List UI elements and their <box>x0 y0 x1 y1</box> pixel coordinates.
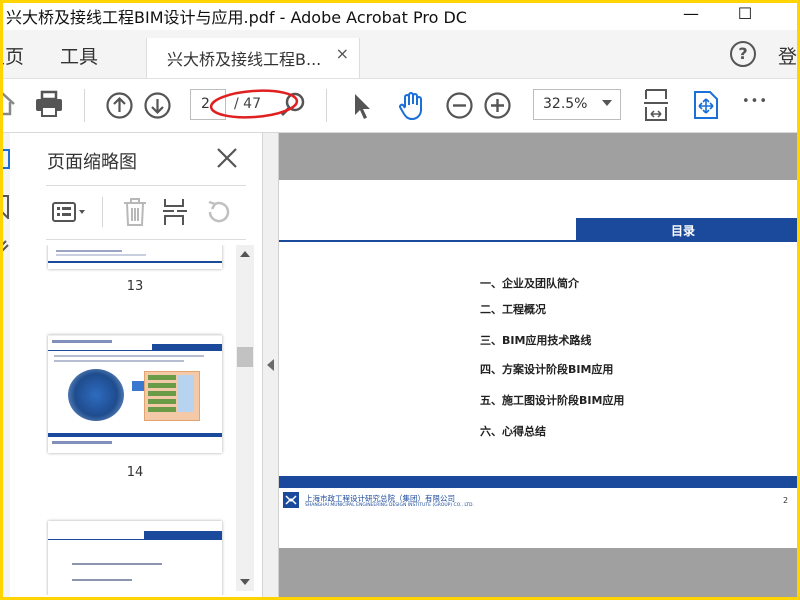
print-icon[interactable] <box>34 90 64 118</box>
thumbnail-options-icon[interactable] <box>52 201 88 223</box>
delete-page-icon[interactable] <box>122 197 148 227</box>
toc-item[interactable]: 三、BIM应用技术路线 <box>480 332 591 348</box>
window-title-bar: 兴大桥及接线工程BIM设计与应用.pdf - Adobe Acrobat Pro… <box>0 0 800 30</box>
scrollbar-thumb[interactable] <box>237 347 253 367</box>
previous-page-icon[interactable] <box>106 92 133 119</box>
panel-tools-separator <box>102 197 103 227</box>
tab-tools[interactable]: 工具 <box>60 42 98 69</box>
home-icon[interactable] <box>0 91 16 117</box>
fit-page-icon[interactable] <box>642 88 670 122</box>
thumbnail-page[interactable] <box>48 245 222 269</box>
toc-item[interactable]: 二、工程概况 <box>480 301 546 317</box>
chevron-down-icon <box>602 100 612 106</box>
panel-title: 页面缩略图 <box>47 152 137 173</box>
next-page-icon[interactable] <box>144 92 171 119</box>
footer-band <box>279 476 800 488</box>
minimize-button[interactable]: — <box>676 4 706 23</box>
document-tab[interactable]: 兴大桥及接线工程B... × <box>146 38 360 78</box>
zoom-out-icon[interactable] <box>446 92 473 119</box>
page-thumbnails-icon[interactable] <box>0 149 10 169</box>
collapse-arrow-icon <box>267 359 274 371</box>
page-total-label: / 47 <box>234 96 261 112</box>
thumbnail-page[interactable] <box>48 335 222 453</box>
thumbnail-page[interactable] <box>48 521 222 595</box>
bookmark-icon[interactable] <box>0 195 10 219</box>
page-number-input[interactable]: 2 <box>190 89 226 120</box>
zoom-in-icon[interactable] <box>484 92 511 119</box>
toolbar: 2 / 47 32.5% ••• <box>0 79 800 133</box>
tab-home[interactable]: 主页 <box>0 42 24 69</box>
close-panel-icon[interactable] <box>216 147 238 169</box>
toc-item[interactable]: 一、企业及团队简介 <box>480 275 579 291</box>
scroll-up-icon[interactable] <box>240 251 250 257</box>
panel-collapse-handle[interactable] <box>263 133 279 600</box>
rotate-page-icon[interactable] <box>204 199 232 225</box>
footer-company-name-english: SHANGHAI MUNICIPAL ENGINEERING DESIGN IN… <box>305 503 474 508</box>
zoom-level-select[interactable]: 32.5% <box>533 89 621 120</box>
toolbar-separator <box>84 89 85 122</box>
attachment-icon[interactable] <box>0 237 10 253</box>
panel-divider <box>46 185 246 186</box>
insert-page-icon[interactable] <box>162 197 188 227</box>
thumbnail-page-number: 14 <box>126 465 144 480</box>
window-title: 兴大桥及接线工程BIM设计与应用.pdf - Adobe Acrobat Pro… <box>6 8 467 27</box>
scroll-mode-icon[interactable] <box>692 90 720 120</box>
toc-item[interactable]: 五、施工图设计阶段BIM应用 <box>480 392 624 408</box>
thumbnail-list: 13 14 <box>46 245 236 595</box>
document-view[interactable]: 目录 一、企业及团队简介 二、工程概况 三、BIM应用技术路线 四、方案设计阶段… <box>279 133 800 600</box>
select-pointer-icon[interactable] <box>352 92 372 120</box>
company-logo <box>283 492 299 508</box>
more-icon[interactable]: ••• <box>742 94 768 109</box>
close-tab-icon[interactable]: × <box>336 44 349 63</box>
scroll-down-icon[interactable] <box>240 579 250 585</box>
thumbnail-page-number: 13 <box>126 279 144 294</box>
help-icon[interactable]: ? <box>730 41 756 67</box>
pdf-page: 目录 一、企业及团队简介 二、工程概况 三、BIM应用技术路线 四、方案设计阶段… <box>279 180 800 548</box>
login-button[interactable]: 登 <box>778 42 797 69</box>
maximize-button[interactable]: ☐ <box>730 4 760 23</box>
toc-item[interactable]: 四、方案设计阶段BIM应用 <box>480 361 613 377</box>
panel-divider <box>46 239 246 240</box>
hand-tool-icon[interactable] <box>396 91 426 121</box>
menu-bar: 主页 工具 ? 登 <box>0 30 800 79</box>
zoom-level-value: 32.5% <box>543 96 588 112</box>
toc-title: 目录 <box>671 224 696 238</box>
toc-band-line <box>279 240 800 242</box>
toolbar-separator <box>326 89 327 122</box>
page-number: 2 <box>783 496 789 505</box>
toc-item[interactable]: 六、心得总结 <box>480 423 546 439</box>
search-icon[interactable] <box>280 92 306 118</box>
page-thumbnails-panel: 页面缩略图 13 14 <box>10 133 263 600</box>
bim-diagram-globe <box>68 369 124 421</box>
panel-toolbar <box>46 193 246 233</box>
thumbnail-scrollbar[interactable] <box>236 245 254 591</box>
document-tab-label: 兴大桥及接线工程B... <box>167 50 322 69</box>
